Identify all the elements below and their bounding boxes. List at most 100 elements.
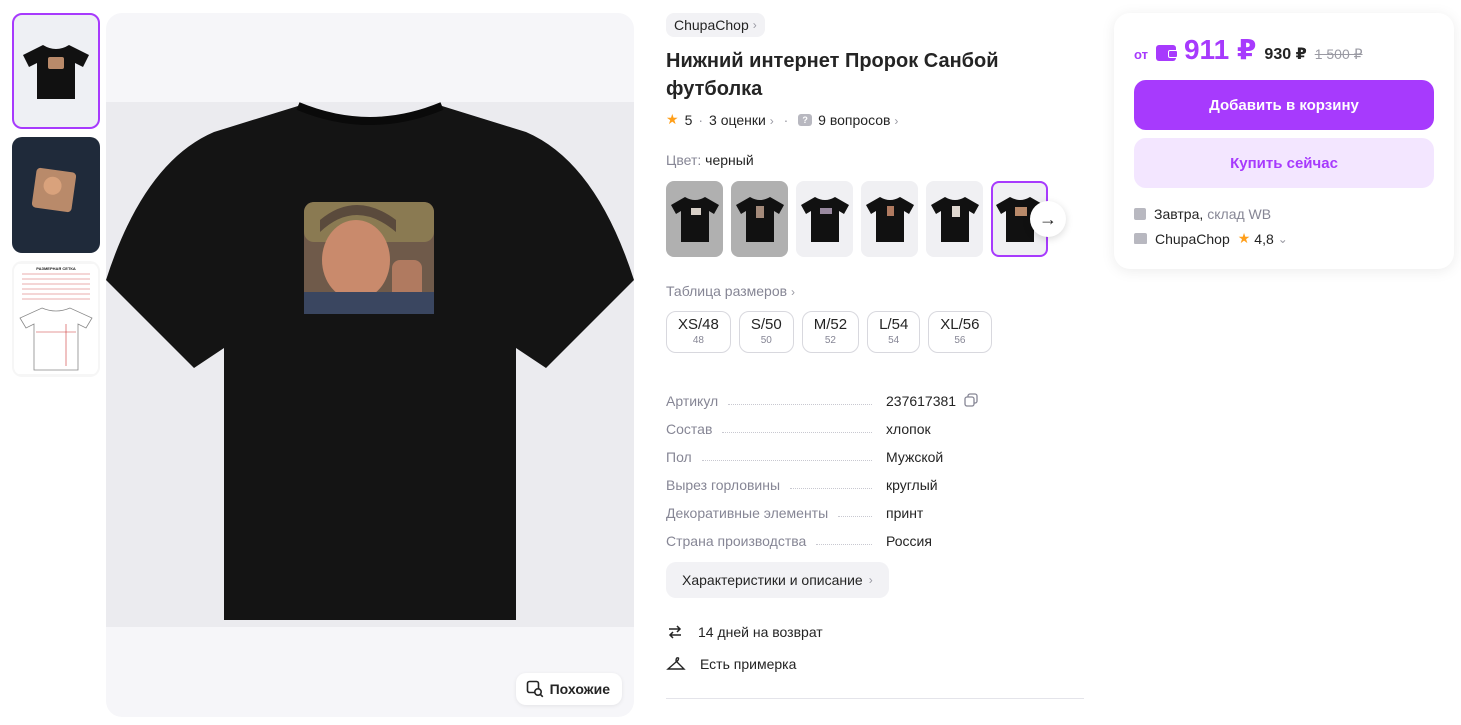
spec-row: Вырез горловины круглый — [666, 465, 1086, 493]
perks-list: 14 дней на возврат Есть примерка — [666, 616, 1086, 680]
price-secondary: 930 ₽ — [1264, 46, 1307, 63]
separator: · — [779, 111, 793, 128]
color-swatch[interactable] — [666, 181, 723, 257]
size-chart-caption: РАЗМЕРНАЯ СЕТКА — [36, 266, 76, 271]
size-ru: 48 — [692, 335, 704, 346]
questions-link[interactable]: 9 вопросов › — [818, 112, 898, 128]
spec-row: Артикул 237617381 — [666, 381, 1086, 409]
seller-name: ChupaChop — [1155, 230, 1230, 247]
box-icon — [1134, 208, 1146, 220]
thumbnail-1[interactable] — [12, 13, 100, 129]
spec-row: Пол Мужской — [666, 437, 1086, 465]
seller-info[interactable]: ChupaChop ★ 4,8 ⌄ — [1134, 230, 1434, 247]
buy-box: от 911 ₽ 930 ₽ 1 500 ₽ Добавить в корзин… — [1114, 13, 1454, 269]
tshirt-thumbnail-image — [23, 45, 89, 99]
chevron-right-icon: › — [752, 18, 757, 32]
color-value: черный — [705, 152, 754, 168]
color-swatch[interactable] — [731, 181, 788, 257]
wallet-icon — [1155, 45, 1178, 61]
chevron-right-icon: › — [894, 113, 899, 128]
perk-text: 14 дней на возврат — [698, 624, 823, 640]
swatch-tshirt-image — [865, 197, 914, 242]
hanger-icon — [666, 657, 686, 670]
spec-key: Вырез горловины — [666, 477, 781, 493]
characteristics-label: Характеристики и описание — [682, 572, 863, 588]
question-icon: ? — [798, 113, 813, 126]
size-ru: 52 — [824, 335, 836, 346]
thumbnail-3[interactable]: РАЗМЕРНАЯ СЕТКА — [12, 261, 100, 377]
swatch-tshirt-image — [670, 197, 719, 242]
size-label: M/52 — [813, 316, 848, 333]
price-from: от — [1134, 47, 1148, 62]
spec-row: Декоративные элементы принт — [666, 493, 1086, 521]
star-icon: ★ — [1237, 230, 1251, 246]
spec-key: Состав — [666, 421, 713, 437]
swatch-tshirt-image — [735, 197, 784, 242]
rating-row: ★ 5 · 3 оценки › · ? 9 вопросов › — [666, 111, 1086, 128]
size-option[interactable]: XL/56 56 — [928, 311, 992, 353]
chevron-right-icon: › — [868, 573, 873, 587]
seller-rating: 4,8 — [1254, 230, 1274, 247]
size-ru: 56 — [954, 335, 966, 346]
perk-return: 14 дней на возврат — [666, 616, 1086, 648]
spec-value: круглый — [886, 477, 938, 493]
reviews-count: 3 оценки — [709, 111, 766, 128]
color-swatches: → — [666, 181, 1086, 257]
size-label: S/50 — [750, 316, 782, 333]
print-closeup-image — [14, 140, 98, 250]
spec-key: Артикул — [666, 393, 719, 409]
spec-value: Мужской — [886, 449, 944, 465]
add-to-cart-button[interactable]: Добавить в корзину — [1134, 80, 1434, 130]
buy-now-button[interactable]: Купить сейчас — [1134, 138, 1434, 188]
divider — [666, 698, 1084, 699]
characteristics-button[interactable]: Характеристики и описание › — [666, 562, 889, 598]
size-ru: 54 — [888, 335, 900, 346]
brand-link[interactable]: ChupaChop › — [666, 13, 765, 37]
size-table-label: Таблица размеров — [666, 283, 788, 299]
size-label: L/54 — [879, 316, 909, 333]
similar-search-icon — [526, 680, 543, 698]
chevron-down-icon: ⌄ — [1277, 231, 1288, 246]
swatch-tshirt-image — [930, 197, 979, 242]
spec-row: Страна производства Россия — [666, 521, 1086, 549]
arrow-right-icon[interactable]: → — [1030, 201, 1066, 237]
spec-key: Декоративные элементы — [666, 505, 829, 521]
perk-fitting: Есть примерка — [666, 648, 1086, 680]
delivery-place: склад WB — [1207, 206, 1272, 222]
color-swatch[interactable] — [796, 181, 853, 257]
product-info: ChupaChop › Нижний интернет Пророк Санбо… — [666, 13, 1086, 699]
spec-value: 237617381 — [886, 393, 1086, 409]
star-icon: ★ — [666, 111, 679, 127]
size-chart-image: РАЗМЕРНАЯ СЕТКА — [14, 264, 98, 374]
perk-text: Есть примерка — [700, 656, 797, 672]
thumbnail-strip: РАЗМЕРНАЯ СЕТКА — [12, 13, 100, 385]
price-main: 911 ₽ — [1183, 34, 1257, 65]
tshirt-image — [106, 102, 634, 620]
reviews-link[interactable]: 3 оценки › — [709, 112, 774, 128]
size-option[interactable]: M/52 52 — [801, 311, 860, 353]
chevron-right-icon: › — [790, 285, 795, 299]
product-title: Нижний интернет Пророк Санбой футболка — [666, 50, 999, 100]
size-option[interactable]: XS/48 48 — [666, 311, 731, 353]
color-swatch[interactable] — [926, 181, 983, 257]
similar-label: Похожие — [549, 681, 610, 697]
swatch-tshirt-image — [800, 197, 849, 242]
return-icon — [668, 625, 682, 639]
article-number: 237617381 — [886, 393, 957, 409]
thumbnail-2[interactable] — [12, 137, 100, 253]
delivery-day: Завтра, — [1154, 206, 1204, 222]
size-option[interactable]: L/54 54 — [867, 311, 921, 353]
separator: · — [698, 111, 704, 128]
spec-row: Состав хлопок — [666, 409, 1086, 437]
main-product-image[interactable]: Похожие — [106, 13, 634, 717]
similar-button[interactable]: Похожие — [515, 673, 622, 705]
spec-value: Россия — [886, 533, 932, 549]
price-row: от 911 ₽ 930 ₽ 1 500 ₽ — [1134, 33, 1434, 66]
color-swatch[interactable] — [861, 181, 918, 257]
copy-icon[interactable] — [964, 393, 978, 407]
size-table-link[interactable]: Таблица размеров › — [666, 283, 1086, 299]
color-label: Цвет: черный — [666, 152, 1086, 168]
spec-value: хлопок — [886, 421, 931, 437]
shop-icon — [1134, 233, 1147, 244]
size-option[interactable]: S/50 50 — [738, 311, 794, 353]
